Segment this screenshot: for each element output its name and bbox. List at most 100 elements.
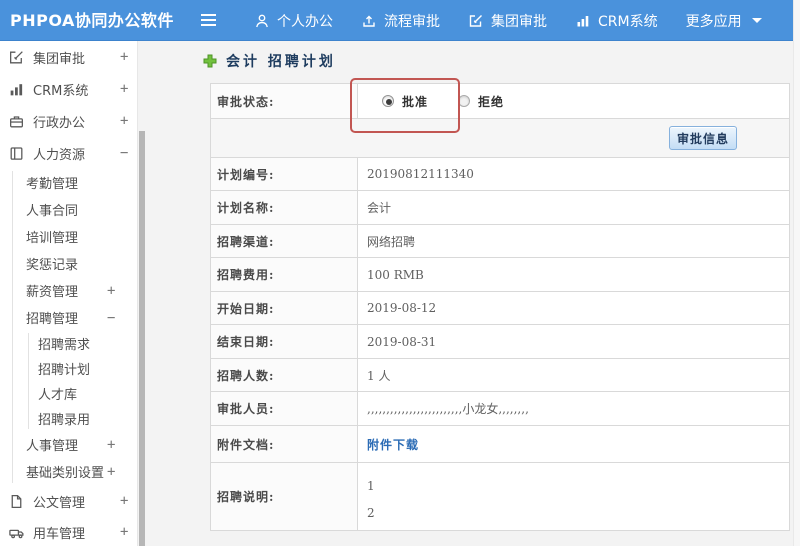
field-value: 会计 bbox=[358, 191, 789, 224]
top-nav: 个人办公 流程审批 集团审批 CRM系统 更多应用 bbox=[240, 0, 776, 41]
row-recruit-channel: 招聘渠道: 网络招聘 bbox=[211, 225, 789, 258]
sidebar-item-base-category[interactable]: 基础类别设置 + bbox=[0, 458, 137, 485]
sidebar-item-label: 招聘管理 bbox=[26, 312, 79, 327]
green-plus-icon bbox=[203, 54, 217, 68]
row-approval-status: 审批状态: 批准 拒绝 bbox=[211, 84, 789, 119]
nav-label: 更多应用 bbox=[685, 13, 742, 30]
nav-label: 集团审批 bbox=[491, 13, 547, 30]
hamburger-menu-icon[interactable] bbox=[201, 14, 216, 27]
sidebar-item-label: 集团审批 bbox=[33, 51, 86, 67]
expand-plus-icon[interactable]: + bbox=[120, 113, 128, 129]
attachment-download-link[interactable]: 附件下载 bbox=[367, 436, 419, 453]
caret-down-icon bbox=[751, 18, 762, 23]
radio-reject-label[interactable]: 拒绝 bbox=[478, 93, 504, 110]
sidebar-item-label: 人事合同 bbox=[26, 204, 79, 219]
field-value: 网络招聘 bbox=[358, 225, 789, 257]
expand-plus-icon[interactable]: + bbox=[120, 493, 128, 509]
book-icon bbox=[8, 145, 25, 162]
row-attachment: 附件文档: 附件下载 bbox=[211, 426, 789, 463]
field-label: 计划名称: bbox=[211, 191, 358, 224]
field-label: 开始日期: bbox=[211, 292, 358, 324]
radio-approve[interactable] bbox=[382, 95, 394, 107]
truck-icon bbox=[8, 524, 25, 541]
expand-plus-icon[interactable]: + bbox=[107, 283, 115, 299]
sidebar-item-label: 招聘计划 bbox=[38, 363, 91, 378]
sidebar-item-label: 行政办公 bbox=[33, 115, 86, 131]
approval-radio-group: 批准 拒绝 bbox=[367, 93, 504, 110]
sidebar-item-group-approval[interactable]: 集团审批 + bbox=[0, 41, 137, 73]
hr-submenu: 考勤管理 人事合同 培训管理 奖惩记录 薪资管理 + 招聘管理 − 招聘需求 招… bbox=[0, 169, 137, 485]
field-label: 招聘说明: bbox=[211, 463, 358, 530]
sidebar-item-label: 考勤管理 bbox=[26, 177, 79, 192]
sidebar-item-vehicle[interactable]: 用车管理 + bbox=[0, 517, 137, 546]
nav-personal-office[interactable]: 个人办公 bbox=[240, 0, 347, 41]
expand-plus-icon[interactable]: + bbox=[107, 464, 115, 480]
expand-plus-icon[interactable]: + bbox=[120, 81, 128, 97]
nav-process-approval[interactable]: 流程审批 bbox=[347, 0, 454, 41]
field-label: 附件文档: bbox=[211, 426, 358, 462]
nav-group-approval[interactable]: 集团审批 bbox=[454, 0, 561, 41]
expand-plus-icon[interactable]: + bbox=[120, 524, 128, 540]
row-plan-name: 计划名称: 会计 bbox=[211, 191, 789, 225]
row-headcount: 招聘人数: 1 人 bbox=[211, 359, 789, 392]
sidebar-item-talent-pool[interactable]: 人才库 bbox=[0, 381, 137, 406]
sidebar-item-label: 人才库 bbox=[38, 388, 78, 403]
page-scrollbar[interactable] bbox=[793, 0, 800, 546]
field-value: 20190812111340 bbox=[358, 158, 789, 190]
sidebar-item-personnel[interactable]: 人事管理 + bbox=[0, 431, 137, 458]
nav-crm-system[interactable]: CRM系统 bbox=[561, 0, 672, 41]
sidebar-scrollbar[interactable] bbox=[137, 41, 145, 546]
field-label: 结束日期: bbox=[211, 325, 358, 358]
sidebar-item-training[interactable]: 培训管理 bbox=[0, 223, 137, 250]
sidebar-item-hr[interactable]: 人力资源 − bbox=[0, 137, 137, 169]
sidebar-item-attendance[interactable]: 考勤管理 bbox=[0, 169, 137, 196]
collapse-minus-icon[interactable]: − bbox=[120, 145, 128, 161]
radio-approve-label[interactable]: 批准 bbox=[402, 93, 428, 110]
sidebar-item-recruit[interactable]: 招聘管理 − bbox=[0, 304, 137, 331]
sidebar-item-crm[interactable]: CRM系统 + bbox=[0, 73, 137, 105]
row-approvers: 审批人员: ,,,,,,,,,,,,,,,,,,,,,,,,,小龙女,,,,,,… bbox=[211, 392, 789, 426]
field-value: 2019-08-12 bbox=[358, 292, 789, 324]
field-value: 1 人 bbox=[358, 359, 789, 391]
person-icon bbox=[254, 13, 270, 29]
field-value: 100 RMB bbox=[358, 258, 789, 291]
sidebar-item-rewards[interactable]: 奖惩记录 bbox=[0, 250, 137, 277]
sidebar-item-recruit-plan[interactable]: 招聘计划 bbox=[0, 356, 137, 381]
expand-plus-icon[interactable]: + bbox=[120, 49, 128, 65]
sidebar-menu: 集团审批 + CRM系统 + 行政办公 + 人力资源 − 考勤管理 人事合同 培… bbox=[0, 41, 137, 546]
bar-chart-icon bbox=[8, 81, 25, 98]
nav-more-apps[interactable]: 更多应用 bbox=[672, 0, 776, 41]
sidebar-item-salary[interactable]: 薪资管理 + bbox=[0, 277, 137, 304]
field-value: ,,,,,,,,,,,,,,,,,,,,,,,,,小龙女,,,,,,,, bbox=[358, 392, 789, 425]
sidebar-item-admin-office[interactable]: 行政办公 + bbox=[0, 105, 137, 137]
field-value: 2019-08-31 bbox=[358, 325, 789, 358]
sidebar-item-hr-contract[interactable]: 人事合同 bbox=[0, 196, 137, 223]
sidebar-item-label: 基础类别设置 bbox=[26, 466, 105, 481]
sidebar-item-label: 奖惩记录 bbox=[26, 258, 79, 273]
row-recruit-note: 招聘说明: 12 bbox=[211, 463, 789, 530]
process-icon bbox=[361, 13, 377, 29]
sidebar-item-label: 招聘需求 bbox=[38, 338, 91, 353]
row-start-date: 开始日期: 2019-08-12 bbox=[211, 292, 789, 325]
sidebar-item-label: 用车管理 bbox=[33, 526, 86, 542]
expand-plus-icon[interactable]: + bbox=[107, 437, 115, 453]
sidebar-item-label: 培训管理 bbox=[26, 231, 79, 246]
approve-info-button[interactable]: 审批信息 bbox=[669, 126, 737, 150]
sidebar-scrollbar-thumb[interactable] bbox=[139, 131, 145, 546]
sidebar-item-doc-mgmt[interactable]: 公文管理 + bbox=[0, 485, 137, 517]
briefcase-icon bbox=[8, 113, 25, 130]
app-logo: PHPOA协同办公软件 bbox=[10, 11, 174, 30]
document-icon bbox=[8, 493, 25, 510]
page-title-row: 会计 招聘计划 bbox=[203, 51, 336, 71]
collapse-minus-icon[interactable]: − bbox=[107, 310, 115, 326]
sidebar-item-recruit-need[interactable]: 招聘需求 bbox=[0, 331, 137, 356]
main-content: 会计 招聘计划 审批状态: 批准 拒绝 审批信息 计划编号: 201908121… bbox=[145, 41, 800, 546]
sidebar: 集团审批 + CRM系统 + 行政办公 + 人力资源 − 考勤管理 人事合同 培… bbox=[0, 41, 145, 546]
radio-reject[interactable] bbox=[458, 95, 471, 107]
sidebar-item-recruit-hire[interactable]: 招聘录用 bbox=[0, 406, 137, 431]
row-end-date: 结束日期: 2019-08-31 bbox=[211, 325, 789, 359]
field-label: 招聘渠道: bbox=[211, 225, 358, 257]
bar-chart-icon bbox=[575, 13, 591, 29]
nav-label: CRM系统 bbox=[598, 13, 658, 30]
nav-label: 流程审批 bbox=[384, 13, 440, 30]
